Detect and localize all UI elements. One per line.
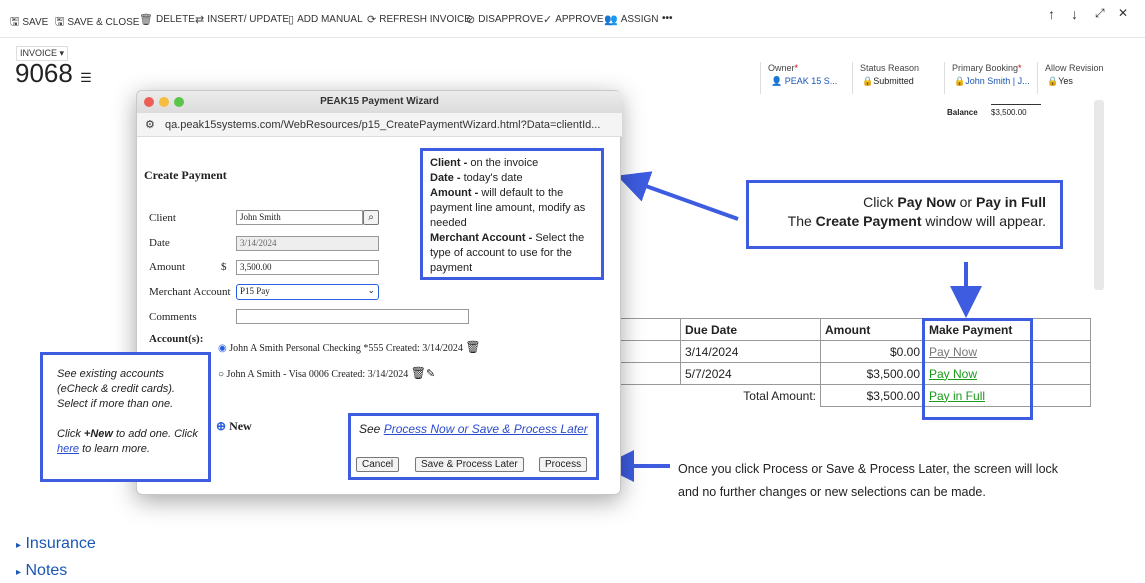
merchant-description: Merchant Account - Select the type of ac… bbox=[430, 232, 585, 274]
comments-field[interactable] bbox=[236, 309, 469, 324]
url-text: qa.peak15systems.com/WebResources/p15_Cr… bbox=[165, 119, 601, 131]
new-label: New bbox=[229, 419, 252, 433]
notes-label: Notes bbox=[25, 562, 68, 579]
account-option-label: John A Smith Personal Checking *555 Crea… bbox=[229, 343, 463, 354]
amount-field[interactable]: 3,500.00 bbox=[236, 260, 379, 275]
create-payment-heading: Create Payment bbox=[144, 168, 227, 182]
plus-circle-icon: ⊕ bbox=[216, 419, 227, 433]
lock-note: Once you click Process or Save & Process… bbox=[678, 458, 1058, 504]
merchant-account-label: Merchant Account bbox=[149, 286, 231, 298]
arrow-to-popup bbox=[616, 171, 739, 221]
see-process-note: See Process Now or Save & Process Later bbox=[359, 422, 588, 436]
accounts-label: Account(s): bbox=[149, 333, 204, 345]
chevron-down-icon: ⌄ bbox=[367, 285, 375, 295]
lock-note-line: Once you click Process or Save & Process… bbox=[678, 462, 1059, 476]
merchant-account-select[interactable]: P15 Pay ⌄ bbox=[236, 284, 379, 300]
search-icon: ⌕ bbox=[368, 212, 374, 223]
minimize-window-icon[interactable] bbox=[159, 97, 169, 107]
account-option[interactable]: ○ John A Smith - Visa 0006 Created: 3/14… bbox=[218, 366, 435, 381]
currency-symbol: $ bbox=[221, 261, 227, 273]
chevron-right-icon: ▸ bbox=[16, 540, 22, 551]
accounts-note: See existing accounts (eCheck & credit c… bbox=[57, 368, 175, 410]
address-bar[interactable]: ⚙ qa.peak15systems.com/WebResources/p15_C… bbox=[137, 113, 622, 137]
learn-more-link[interactable]: here bbox=[57, 443, 79, 455]
notes-section-toggle[interactable]: ▸ Notes bbox=[16, 562, 67, 580]
window-title-bar: PEAK15 Payment Wizard bbox=[137, 91, 622, 113]
chevron-right-icon: ▸ bbox=[16, 567, 22, 578]
client-description: Client - on the invoice bbox=[430, 157, 539, 169]
radio-icon[interactable]: ○ bbox=[218, 369, 224, 380]
insurance-label: Insurance bbox=[25, 535, 96, 552]
edit-icon[interactable]: ✎ bbox=[426, 368, 435, 380]
field-descriptions-callout: Client - on the invoice Date - today's d… bbox=[420, 148, 604, 280]
close-window-icon[interactable] bbox=[144, 97, 154, 107]
zoom-window-icon[interactable] bbox=[174, 97, 184, 107]
client-label: Client bbox=[149, 212, 176, 224]
merchant-selected-value: P15 Pay bbox=[240, 286, 270, 296]
site-settings-icon[interactable]: ⚙ bbox=[145, 113, 155, 136]
date-label: Date bbox=[149, 237, 170, 249]
insurance-section-toggle[interactable]: ▸ Insurance bbox=[16, 535, 96, 553]
lock-note-line: and no further changes or new selections… bbox=[678, 485, 986, 499]
account-option[interactable]: ◉ John A Smith Personal Checking *555 Cr… bbox=[218, 340, 481, 355]
window-title: PEAK15 Payment Wizard bbox=[320, 96, 439, 107]
date-description: Date - today's date bbox=[430, 172, 523, 184]
amount-description: Amount - will default to the payment lin… bbox=[430, 187, 586, 229]
save-process-later-button[interactable]: Save & Process Later bbox=[415, 457, 524, 472]
new-account-button[interactable]: ⊕ New bbox=[216, 419, 252, 434]
client-field[interactable]: John Smith bbox=[236, 210, 363, 225]
trash-icon[interactable]: 🗑 bbox=[411, 366, 426, 380]
trash-icon[interactable]: 🗑 bbox=[465, 340, 480, 354]
process-help-link[interactable]: Process Now or Save & Process Later bbox=[384, 422, 588, 436]
new-account-note: Click +New to add one. Click here to lea… bbox=[57, 428, 198, 455]
radio-selected-icon[interactable]: ◉ bbox=[218, 343, 227, 354]
accounts-callout: See existing accounts (eCheck & credit c… bbox=[40, 352, 211, 482]
account-option-label: John A Smith - Visa 0006 Created: 3/14/2… bbox=[226, 369, 409, 380]
client-search-button[interactable]: ⌕ bbox=[363, 210, 379, 225]
date-field: 3/14/2024 bbox=[236, 236, 379, 251]
cancel-button[interactable]: Cancel bbox=[356, 457, 400, 472]
process-buttons-callout: See Process Now or Save & Process Later … bbox=[348, 413, 599, 480]
amount-label: Amount bbox=[149, 261, 186, 273]
process-button[interactable]: Process bbox=[539, 457, 588, 472]
comments-label: Comments bbox=[149, 311, 197, 323]
